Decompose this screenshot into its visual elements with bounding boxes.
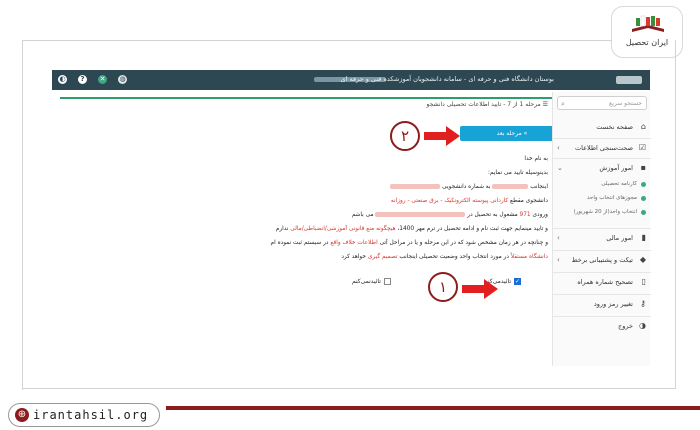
intro-line: بدینوسیله تایید می نمایم: (487, 170, 548, 176)
step-text: مرحله 1 از 7 - تایید اطلاعات تحصیلی دانش… (426, 101, 541, 108)
top-bar: ◐ ? ✕ ◍ بوستان دانشگاه فنی و حرفه ای - س… (52, 70, 650, 90)
chevron-left-icon: ‹ (557, 256, 560, 264)
dot-icon (641, 196, 646, 201)
screenshot-canvas: ایران تحصیل ⊕ irantahsil.org ◐ ? ✕ ◍ بوس… (0, 0, 700, 430)
sidebar-sub-transcript[interactable]: کارنامه تحصیلی (553, 178, 651, 191)
next-step-label: مرحله بعد (496, 130, 522, 137)
sidebar-item-home[interactable]: صفحه نخست ⌂ (553, 118, 651, 136)
logo-book-icon (632, 15, 664, 32)
breadcrumb: مرحله 1 از 7 - تایید اطلاعات تحصیلی دانش… (228, 101, 549, 111)
globe-icon[interactable]: ◍ (118, 75, 127, 84)
sidebar-item-phone[interactable]: تصحیح شماره همراه ▯ (553, 272, 651, 290)
line-university-decision: دانشگاه مستقلاً در مورد انتخاب واحد وضعی… (341, 254, 548, 260)
home-icon: ⌂ (640, 122, 646, 131)
phone-icon: ▯ (641, 277, 646, 286)
chevron-left-icon: ‹ (557, 144, 560, 152)
sidebar-item-finance[interactable]: ‹ امور مالی ▮ (553, 228, 651, 246)
annotation-circle-1: ۱ (428, 272, 458, 302)
settings-icon[interactable]: ✕ (98, 75, 107, 84)
reject-checkbox[interactable]: تائیدنمی‌کنم (352, 278, 391, 285)
website-url: irantahsil.org (33, 408, 149, 422)
list-icon: ☰ (542, 101, 548, 108)
toggle-icon[interactable]: ◐ (58, 75, 67, 84)
line-student-name: اینجانب به شماره دانشجویی (390, 183, 548, 191)
next-arrow-icon: « (523, 130, 528, 137)
dot-icon (641, 182, 646, 187)
website-badge: ⊕ irantahsil.org (8, 403, 160, 427)
frame-line-top (22, 40, 612, 41)
frame-line-bottom (22, 388, 676, 389)
user-avatar[interactable] (616, 76, 642, 84)
logo-badge: ایران تحصیل (611, 6, 683, 58)
reject-checkbox-box[interactable] (383, 278, 391, 285)
sidebar-item-verify[interactable]: ‹ صحت‌سنجی اطلاعات ☑ (553, 138, 651, 156)
globe-icon: ⊕ (15, 408, 29, 422)
check-icon: ☑ (638, 143, 646, 152)
logo-text: ایران تحصیل (625, 38, 669, 47)
help-icon[interactable]: ? (78, 75, 87, 84)
chevron-left-icon: ‹ (557, 234, 560, 242)
line-degree: دانشجوی مقطع کاردانی پیوسته الکترونکیک -… (390, 198, 548, 204)
line-entry-year: ورودی 971 مشغول به تحصیل در می باشم (351, 212, 548, 218)
sidebar-item-logout[interactable]: خروج ◑ (553, 316, 651, 334)
greeting: به نام خدا (524, 156, 548, 162)
annotation-circle-2: ۲ (390, 121, 420, 151)
sidebar-item-password[interactable]: تغییر رمز ورود ⚷ (553, 294, 651, 312)
sidebar-item-ticket[interactable]: ‹ تیکت و پشتیبانی برخط ◆ (553, 250, 651, 268)
reject-checkbox-label: تائیدنمی‌کنم (352, 278, 381, 285)
dot-icon (641, 210, 646, 215)
sidebar-sub-enrollment[interactable]: انتخاب واحد(از 20 شهریور) (553, 206, 651, 219)
blurred-institution (375, 212, 466, 217)
blurred-student-id (390, 184, 441, 189)
chevron-down-icon: ⌄ (557, 164, 563, 172)
sidebar-sub-permits[interactable]: مجوزهای انتخاب واحد (553, 192, 651, 205)
search-icon: ⌕ (561, 100, 565, 108)
frame-line-right (675, 40, 676, 388)
toggle-icon: ◑ (639, 321, 646, 330)
sidebar-item-education[interactable]: ⌄ امور آموزش ▪ (553, 158, 651, 176)
app-window: ◐ ? ✕ ◍ بوستان دانشگاه فنی و حرفه ای - س… (52, 70, 651, 366)
search-input[interactable]: ⌕ جستجو سریع (557, 96, 647, 110)
sidebar: ⌕ جستجو سریع صفحه نخست ⌂ ‹ صحت‌سنجی اطلا… (552, 92, 651, 366)
wallet-icon: ▮ (641, 233, 646, 242)
ticket-icon: ◆ (639, 255, 646, 264)
next-step-button[interactable]: مرحله بعد « (460, 126, 564, 141)
blurred-name (492, 184, 529, 189)
annotation-arrow-icon (424, 126, 460, 146)
footer-red-bar (166, 406, 700, 410)
app-title: بوستان دانشگاه فنی و حرفه ای - سامانه دا… (340, 75, 555, 83)
annotation-arrow-icon (462, 279, 498, 299)
confirm-checkbox-box[interactable]: ✓ (514, 278, 522, 285)
line-false-info: و چنانچه در هر زمان مشخص شود که در این م… (270, 240, 548, 246)
frame-line-left (22, 40, 23, 390)
key-icon: ⚷ (640, 299, 646, 308)
line-no-restriction: و تایید مینمایم جهت ثبت نام و ادامه تحصی… (275, 226, 548, 232)
progress-line (60, 97, 556, 99)
folder-icon: ▪ (640, 163, 646, 172)
